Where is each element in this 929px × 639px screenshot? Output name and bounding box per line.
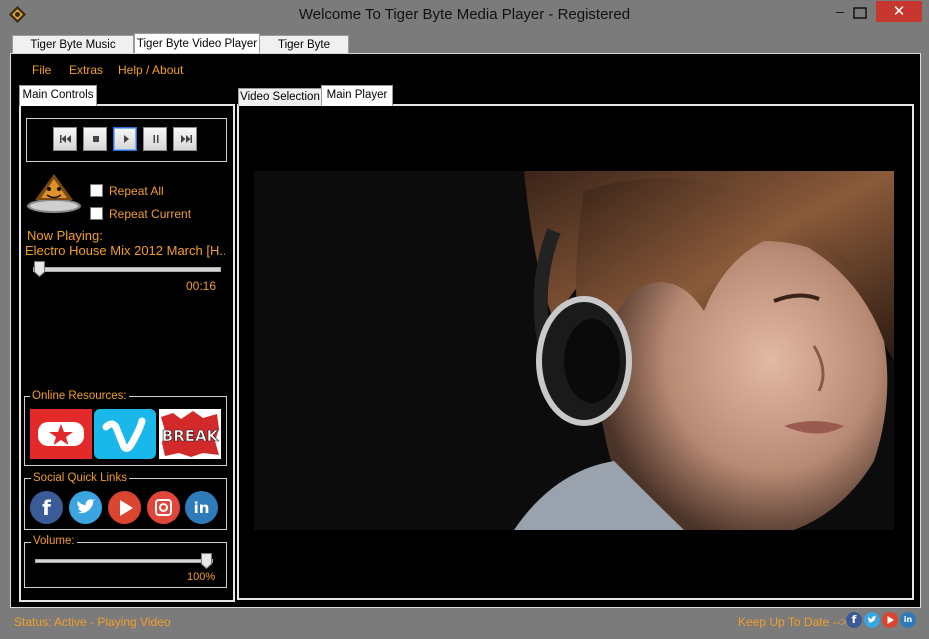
status-text: Status: Active - Playing Video [14, 615, 171, 629]
vimeo-resource-button[interactable] [94, 409, 156, 459]
now-playing-label: Now Playing: [27, 228, 103, 243]
tab-music-player[interactable]: Tiger Byte Music Player [12, 35, 134, 69]
mini-linkedin-icon[interactable]: in [900, 612, 916, 628]
volume-value: 100% [187, 571, 216, 583]
tab-video-selection[interactable]: Video Selection [238, 88, 322, 106]
volume-slider-thumb[interactable] [201, 553, 212, 570]
stop-button[interactable] [83, 127, 107, 151]
tab-online[interactable]: Tiger Byte Online [259, 35, 349, 69]
pause-icon [153, 135, 159, 143]
vimeo-icon [102, 417, 146, 452]
play-button[interactable] [113, 127, 137, 151]
skip-forward-icon [181, 135, 192, 143]
tab-main-controls[interactable]: Main Controls [19, 85, 97, 106]
seek-slider-thumb[interactable] [34, 261, 45, 278]
play-icon [124, 135, 129, 143]
maximize-button[interactable] [853, 6, 867, 19]
seek-slider[interactable] [33, 267, 221, 272]
mini-linkedin-glyph: in [903, 615, 913, 624]
menu-help-about[interactable]: Help / About [118, 63, 183, 77]
mini-facebook-icon[interactable]: f [846, 612, 862, 628]
youtube-icon[interactable] [108, 491, 141, 524]
break-resource-button[interactable]: BREAK [159, 409, 221, 459]
stop-icon [93, 136, 99, 142]
mini-facebook-glyph: f [851, 613, 857, 626]
elapsed-time: 00:16 [186, 279, 217, 293]
now-playing-track: Electro House Mix 2012 March [H... [25, 243, 225, 258]
menu-file[interactable]: File [32, 63, 51, 77]
video-display[interactable] [254, 171, 894, 530]
volume-label: Volume: [31, 535, 77, 547]
video-frame [254, 171, 894, 530]
mini-youtube-icon[interactable] [882, 612, 898, 628]
close-button[interactable]: ✕ [876, 1, 922, 22]
tab-main-player[interactable]: Main Player [321, 85, 393, 106]
youtube-star-icon [38, 422, 84, 446]
youtube-resource-button[interactable] [30, 409, 92, 459]
keep-up-to-date-label: Keep Up To Date --> [738, 615, 848, 629]
menu-extras[interactable]: Extras [69, 63, 103, 77]
online-resources-label: Online Resources: [30, 390, 129, 402]
tab-video-player[interactable]: Tiger Byte Video Player [134, 33, 260, 55]
skip-back-icon [60, 135, 71, 143]
repeat-current-checkbox[interactable] [90, 207, 103, 220]
minimize-button[interactable]: ‒ [832, 4, 848, 20]
repeat-all-checkbox[interactable] [90, 184, 103, 197]
twitter-icon[interactable] [69, 491, 102, 524]
previous-button[interactable] [53, 127, 77, 151]
mini-twitter-icon[interactable] [864, 612, 880, 628]
linkedin-icon[interactable]: in [185, 491, 218, 524]
volume-slider[interactable] [35, 559, 213, 563]
break-text: BREAK [162, 427, 220, 445]
repeat-current-label[interactable]: Repeat Current [109, 207, 191, 221]
instagram-icon[interactable] [147, 491, 180, 524]
linkedin-glyph: in [193, 499, 210, 517]
facebook-icon[interactable]: f [30, 491, 63, 524]
facebook-glyph: f [42, 496, 51, 520]
social-quick-links-label: Social Quick Links [31, 472, 129, 484]
tiger-logo [25, 170, 83, 214]
window-title: Welcome To Tiger Byte Media Player - Reg… [298, 6, 631, 23]
repeat-all-label[interactable]: Repeat All [109, 184, 164, 198]
next-button[interactable] [173, 127, 197, 151]
pause-button[interactable] [143, 127, 167, 151]
break-icon: BREAK [161, 411, 220, 457]
